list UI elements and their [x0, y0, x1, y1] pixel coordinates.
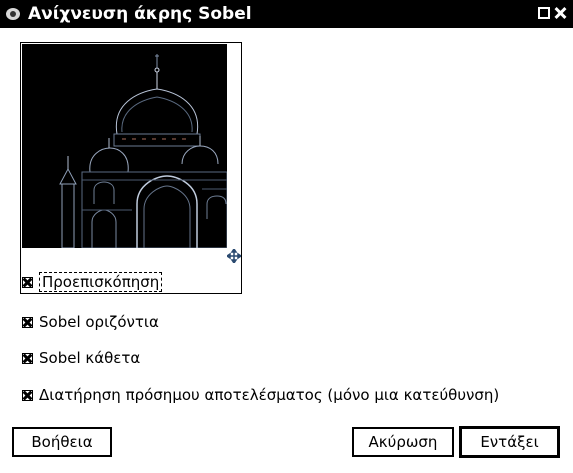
title-bar: Ανίχνευση άκρης Sobel: [0, 0, 573, 28]
sobel-horizontal-row[interactable]: Sobel οριζόντια: [22, 311, 159, 333]
maximize-icon[interactable]: [538, 7, 550, 19]
keep-sign-checkbox[interactable]: [22, 389, 33, 401]
sobel-vertical-row[interactable]: Sobel κάθετα: [22, 347, 140, 369]
sobel-vertical-checkbox[interactable]: [22, 352, 33, 364]
keep-sign-row[interactable]: Διατήρηση πρόσημου αποτελέσματος (μόνο μ…: [22, 384, 499, 406]
preview-checkbox-row[interactable]: Προεπισκόπηση: [22, 271, 163, 293]
keep-sign-label[interactable]: Διατήρηση πρόσημου αποτελέσματος (μόνο μ…: [39, 386, 499, 404]
preview-checkbox[interactable]: [22, 276, 33, 288]
window-title: Ανίχνευση άκρης Sobel: [28, 4, 252, 24]
app-icon: [6, 8, 20, 20]
preview-image[interactable]: [22, 44, 227, 248]
ok-button[interactable]: Εντάξει: [459, 426, 560, 458]
cancel-button[interactable]: Ακύρωση: [352, 427, 454, 457]
sobel-edge-image: [22, 44, 227, 248]
sobel-horizontal-label[interactable]: Sobel οριζόντια: [39, 313, 159, 331]
help-button[interactable]: Βοήθεια: [12, 427, 112, 457]
sobel-horizontal-checkbox[interactable]: [22, 316, 33, 328]
preview-area: [20, 42, 242, 294]
sobel-vertical-label[interactable]: Sobel κάθετα: [39, 349, 140, 367]
close-icon[interactable]: [554, 7, 566, 19]
move-icon[interactable]: [227, 249, 241, 263]
preview-label[interactable]: Προεπισκόπηση: [39, 272, 163, 292]
